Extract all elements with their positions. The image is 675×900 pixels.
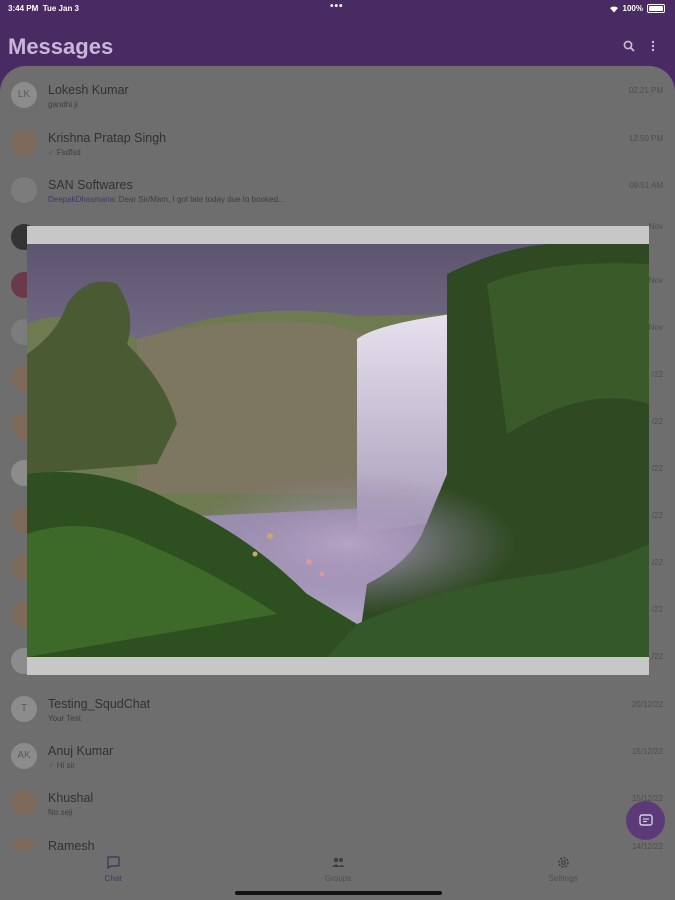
contact-name: Anuj Kumar [48,744,114,758]
contact-name: Testing_SqudChat [48,697,151,711]
list-item[interactable]: T Testing_SqudChat Your Test 20/12/22 [0,688,675,734]
status-right: 100% [609,4,665,13]
read-tick-icon: ✓ [48,761,55,770]
image-viewer[interactable] [27,226,649,675]
contact-name: Khushal [48,791,94,805]
search-icon[interactable] [620,38,638,56]
message-preview: ✓ Hi sir [48,761,75,770]
message-date: 12:50 PM [628,134,663,143]
message-date: 02:21 PM [628,86,663,95]
tab-settings[interactable]: Settings [533,856,593,883]
message-preview: Your Test [48,714,81,723]
page-title: Messages [8,34,114,59]
message-date: 09:51 AM [629,181,663,190]
status-time: 3:44 PM Tue Jan 3 [8,4,79,13]
battery-percent: 100% [622,4,643,13]
multitask-dots[interactable]: ••• [330,1,344,12]
avatar [11,177,37,203]
new-message-icon [638,814,653,826]
settings-icon [533,856,593,872]
message-date: 20/12/22 [631,700,663,709]
tab-label: Chat [104,874,122,883]
message-date: /22 [651,652,663,661]
waterfall-photo [27,244,649,657]
tab-groups[interactable]: Groups [308,856,368,883]
contact-name: Lokesh Kumar [48,83,129,97]
message-date: /22 [651,605,663,614]
home-indicator [235,891,442,895]
message-preview: ✓ Fsdfsd [48,148,81,157]
avatar [11,130,37,156]
battery-icon [647,4,665,13]
contact-name: SAN Softwares [48,178,133,192]
message-date: Nov [648,323,663,332]
avatar: LK [11,82,37,108]
avatar: T [11,696,37,722]
app-header: Messages [0,18,675,68]
list-item[interactable]: Krishna Pratap Singh ✓ Fsdfsd 12:50 PM [0,122,675,168]
message-date: /22 [651,370,663,379]
message-preview: DeepakDhasmana: Dear Sir/Mam, I got late… [48,195,285,204]
list-item[interactable]: LK Lokesh Kumar gandhi ji 02:21 PM [0,74,675,120]
tab-chat[interactable]: Chat [83,856,143,883]
read-tick-icon: ✓ [48,148,55,157]
avatar [11,790,37,816]
more-vertical-icon[interactable] [644,38,662,56]
message-date: /22 [651,417,663,426]
chat-icon [83,856,143,872]
message-date: Nov [648,222,663,231]
message-date: /22 [651,511,663,520]
contact-name: Krishna Pratap Singh [48,131,167,145]
message-date: Nov [648,276,663,285]
tab-label: Groups [324,874,352,883]
status-bar: 3:44 PM Tue Jan 3 ••• 100% [0,0,675,18]
list-item[interactable]: AK Anuj Kumar ✓ Hi sir 15/12/22 [0,735,675,781]
message-date: 15/12/22 [631,747,663,756]
list-item[interactable]: SAN Softwares DeepakDhasmana: Dear Sir/M… [0,169,675,215]
messages-app: 3:44 PM Tue Jan 3 ••• 100% Messages LK L… [0,0,675,900]
message-date: /22 [651,558,663,567]
groups-icon [308,856,368,872]
message-preview: gandhi ji [48,100,78,109]
list-item[interactable]: Khushal No seji 15/12/22 [0,782,675,828]
wifi-icon [609,5,618,12]
message-date: /22 [651,464,663,473]
message-preview: No seji [48,808,73,817]
tab-label: Settings [548,874,578,883]
new-message-button[interactable] [626,801,665,840]
avatar: AK [11,743,37,769]
